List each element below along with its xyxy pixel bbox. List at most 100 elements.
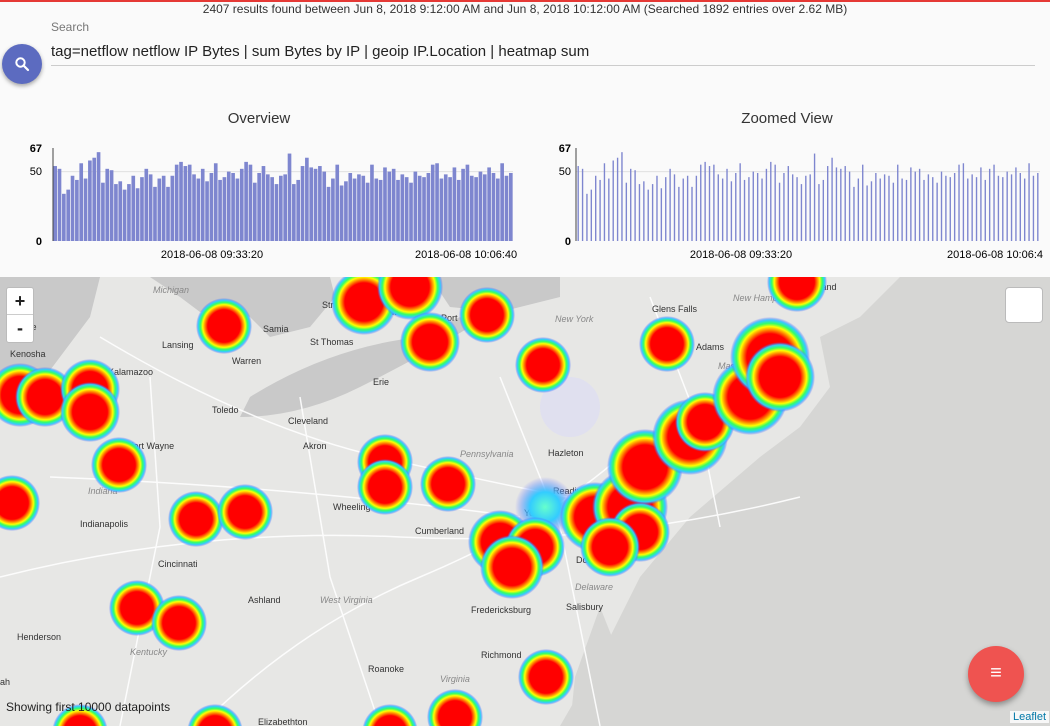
zoom-out-button[interactable]: -: [7, 315, 33, 341]
chart-bar: [962, 163, 965, 241]
chart-bar: [634, 170, 636, 241]
svg-text:Fredericksburg: Fredericksburg: [471, 605, 531, 615]
chart-bar: [752, 171, 754, 241]
svg-text:Erie: Erie: [373, 377, 389, 387]
chart-bar: [730, 181, 733, 241]
chart-bar: [669, 168, 671, 241]
chart-bar: [577, 166, 579, 241]
svg-text:Akron: Akron: [303, 441, 327, 451]
chart-bar: [726, 168, 728, 241]
chart-bar: [174, 164, 179, 241]
zoomed-chart[interactable]: 67 50 0 2018-06-08 09:33:20 2018-06-08 1…: [528, 140, 1050, 270]
chart-bar: [958, 164, 960, 241]
chart-bar: [848, 171, 851, 241]
chart-bar: [857, 178, 860, 241]
chart-bar: [487, 167, 491, 241]
svg-text:Toledo: Toledo: [212, 405, 239, 415]
svg-text:Indianapolis: Indianapolis: [80, 519, 129, 529]
chart-bar: [721, 178, 724, 241]
results-summary: 2407 results found between Jun 8, 2018 9…: [202, 2, 848, 16]
chart-bar: [62, 193, 66, 241]
chart-bar: [344, 181, 348, 241]
chart-bar: [953, 172, 956, 241]
chart-bar: [984, 179, 986, 241]
chart-bar: [161, 175, 166, 241]
chart-bar: [183, 166, 188, 241]
chart-bar: [57, 168, 62, 241]
chart-bar: [357, 174, 361, 241]
chart-bar: [590, 189, 593, 241]
chart-bar: [79, 163, 84, 241]
chart-bar: [875, 172, 877, 241]
chart-bar: [940, 171, 943, 241]
menu-fab-button[interactable]: ≡: [968, 646, 1024, 702]
chart-bar: [279, 175, 283, 241]
chart-bar: [370, 164, 374, 241]
y-mid-label: 50: [559, 166, 571, 178]
chart-bar: [144, 168, 149, 241]
chart-bar: [1023, 178, 1026, 241]
svg-text:Kentucky: Kentucky: [130, 647, 168, 657]
overview-title: Overview: [227, 110, 291, 127]
zoom-control: + -: [6, 287, 34, 343]
chart-bar: [638, 184, 641, 241]
chart-bar: [932, 177, 934, 241]
search-icon: [15, 57, 30, 72]
chart-bar: [170, 175, 175, 241]
chart-bar: [713, 164, 715, 241]
chart-bar: [1010, 174, 1013, 241]
chart-bar: [309, 167, 314, 241]
chart-bar: [739, 163, 741, 241]
svg-text:Michigan: Michigan: [153, 285, 189, 295]
chart-bar: [226, 171, 231, 241]
chart-bar: [1006, 171, 1008, 241]
chart-bar: [997, 175, 1000, 241]
layer-control-button[interactable]: [1005, 287, 1043, 323]
heatmap-map[interactable]: Michigan Pennsylvania Indiana West Virgi…: [0, 277, 1050, 726]
chart-bar: [599, 179, 601, 241]
svg-text:Roanoke: Roanoke: [368, 664, 404, 674]
zoom-in-button[interactable]: +: [7, 288, 33, 314]
chart-bar: [581, 168, 584, 241]
leaflet-attribution-link[interactable]: Leaflet: [1010, 711, 1050, 723]
chart-bar: [452, 167, 457, 241]
y-max-label: 67: [559, 143, 571, 155]
x-tick-label: 2018-06-08 10:06:40: [415, 249, 517, 261]
chart-bar: [630, 168, 632, 241]
chart-bar: [148, 174, 153, 241]
chart-bar: [818, 184, 820, 241]
chart-bar: [665, 177, 667, 241]
chart-bar: [430, 164, 435, 241]
chart-bar: [88, 160, 92, 241]
chart-bar: [870, 181, 873, 241]
chart-bar: [586, 193, 588, 241]
chart-bar: [603, 163, 606, 241]
chart-bar: [608, 178, 610, 241]
search-button[interactable]: [2, 44, 42, 84]
chart-bar: [53, 166, 57, 241]
svg-text:Samia: Samia: [263, 324, 289, 334]
chart-bar: [435, 163, 439, 241]
chart-bar: [318, 166, 322, 241]
overview-chart[interactable]: 67 50 0 2018-06-08 09:33:20 2018-06-08 1…: [0, 140, 525, 270]
chart-bar: [827, 166, 829, 241]
chart-bar: [187, 164, 192, 241]
chart-bar: [417, 175, 422, 241]
svg-text:Warren: Warren: [232, 356, 261, 366]
chart-bar: [101, 182, 105, 241]
map-base-layer: Michigan Pennsylvania Indiana West Virgi…: [0, 277, 1050, 726]
chart-bar: [75, 179, 79, 241]
chart-bar: [239, 168, 244, 241]
chart-bar: [660, 188, 663, 241]
chart-bar: [352, 178, 357, 241]
chart-bar: [305, 157, 309, 241]
chart-bar: [914, 171, 916, 241]
y-mid-label: 50: [30, 166, 42, 178]
chart-bar: [274, 184, 279, 241]
chart-bar: [783, 172, 785, 241]
svg-text:Elizabethton: Elizabethton: [258, 717, 308, 726]
search-input[interactable]: [51, 39, 1035, 66]
chart-bar: [179, 161, 183, 241]
chart-bar: [918, 168, 921, 241]
chart-bar: [756, 172, 759, 241]
